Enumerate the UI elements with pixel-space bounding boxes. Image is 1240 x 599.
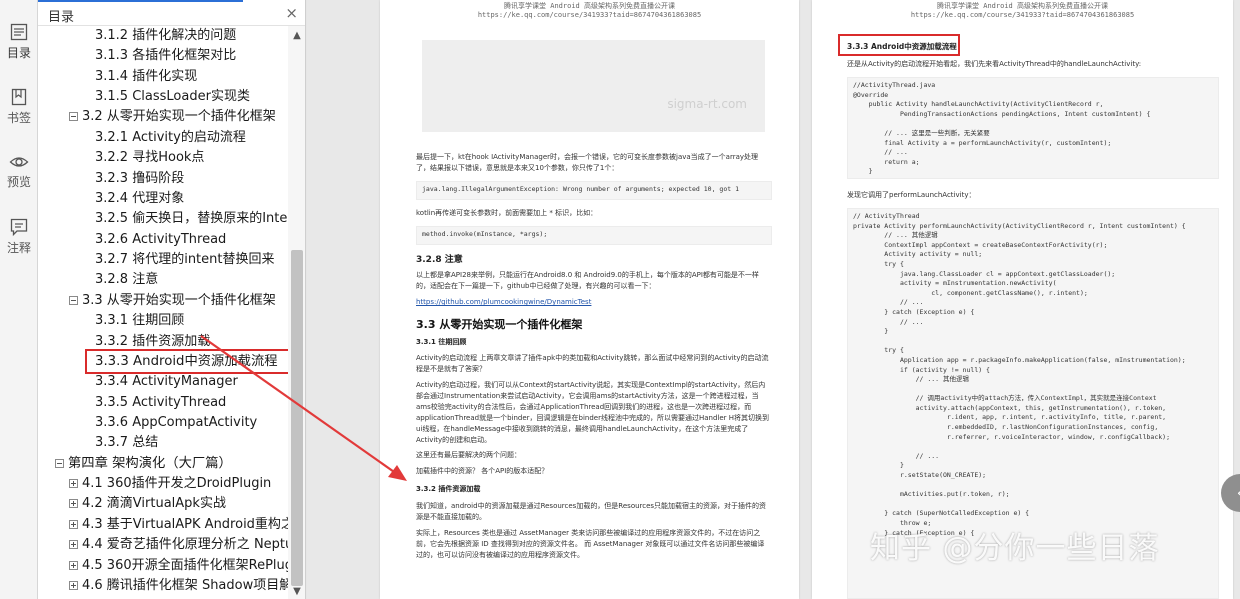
page-header: 腾讯享学课堂 Android 高级架构系列免费直播公开课 [937, 2, 1108, 10]
toc-item[interactable]: 3.1.3 各插件化框架对比 [95, 46, 236, 66]
toc-item[interactable]: 3.3.6 AppCompatActivity [95, 413, 257, 433]
toc-item[interactable]: 3.2.2 寻找Hook点 [95, 148, 204, 168]
eye-icon [9, 157, 29, 167]
paragraph: 以上都是拿API28来举例，只能运行在Android8.0 和 Android9… [416, 271, 759, 290]
toc-item[interactable]: 3.1.4 插件化实现 [95, 67, 197, 87]
toc-item[interactable]: 3.3.1 往期回顾 [95, 311, 184, 331]
pdf-page-left: 腾讯享学课堂 Android 高级架构系列免费直播公开课 https://ke.… [380, 0, 799, 599]
paragraph: 这里还有最后要解决的两个问题： [416, 451, 521, 459]
rail-bookmark-label: 书签 [6, 111, 31, 125]
paragraph: 最后提一下，kt在hook IActivityManager时，会报一个错误，它… [416, 153, 759, 172]
rail-preview-button[interactable]: 预览 [0, 153, 38, 190]
toc-item[interactable]: 3.1.5 ClassLoader实现类 [95, 87, 250, 107]
toc-item[interactable]: 3.2.4 代理对象 [95, 189, 184, 209]
paragraph: 发现它调用了performLaunchActivity： [847, 191, 976, 199]
rail-preview-label: 预览 [6, 175, 31, 189]
bookmark-icon [11, 88, 27, 106]
toc-item[interactable]: 4.4 爱奇艺插件化原理分析之 Neptune [69, 535, 288, 555]
toc-item[interactable]: 3.3.7 总结 [95, 433, 158, 453]
toc-chapter[interactable]: 第四章 架构演化（大厂篇） [55, 454, 232, 474]
paragraph: Activity的启动流程 上两章文章讲了插件apk中的类加载和Activity… [416, 354, 769, 373]
paragraph: 还是从Activity的启动流程开始看起，我们先来看ActivityThread… [847, 60, 1142, 68]
page-header-url: https://ke.qq.com/course/341933?taid=867… [910, 11, 1135, 19]
rail-comment-button[interactable]: 注释 [0, 217, 38, 256]
left-rail: 目录 书签 预览 注释 [0, 0, 38, 599]
comment-icon [10, 218, 28, 237]
toc-item[interactable]: 4.2 滴滴VirtualApk实战 [69, 494, 226, 514]
toc-item[interactable]: 4.5 360开源全面插件化框架RePlugin [69, 556, 288, 576]
collapse-toggle-icon[interactable] [55, 459, 64, 468]
chevron-up-icon[interactable]: ▲ [291, 30, 303, 41]
toc-highlight-box [85, 349, 304, 374]
toc-title: 目录 [48, 10, 75, 25]
pdf-reader-app: 目录 书签 预览 注释 目录 × 3.1.2 插件化解决的问题 3.1.3 各插… [0, 0, 1240, 599]
toc-icon [10, 23, 28, 41]
watermark: 知乎 @分你一些日落 [870, 531, 1160, 566]
rail-toc-label: 目录 [6, 46, 31, 60]
toc-list: 3.1.2 插件化解决的问题 3.1.3 各插件化框架对比 3.1.4 插件化实… [38, 26, 288, 599]
toc-item[interactable]: 3.2.5 偷天换日，替换原来的Intent [95, 209, 288, 229]
expand-toggle-icon[interactable] [69, 540, 78, 549]
github-link[interactable]: https://github.com/plumcookingwine/Dynam… [416, 298, 591, 306]
subsection-heading: 3.3.2 插件资源加载 [416, 485, 481, 493]
toc-item[interactable]: 3.2.8 注意 [95, 270, 158, 290]
subsection-heading: 3.3.1 往期回顾 [416, 338, 467, 346]
page-header-url: https://ke.qq.com/course/341933?taid=867… [477, 11, 702, 19]
collapse-toggle-icon[interactable] [69, 112, 78, 121]
code-block: method.invoke(mInstance, *args); [416, 226, 772, 245]
pdf-page-right: 腾讯享学课堂 Android 高级架构系列免费直播公开课 https://ke.… [812, 0, 1233, 599]
toc-item[interactable]: 3.2.1 Activity的启动流程 [95, 128, 246, 148]
toc-item[interactable]: 4.1 360插件开发之DroidPlugin [69, 474, 271, 494]
toc-panel: 目录 × 3.1.2 插件化解决的问题 3.1.3 各插件化框架对比 3.1.4… [38, 0, 306, 599]
collapse-toggle-icon[interactable] [69, 296, 78, 305]
toc-item[interactable]: 3.3 从零开始实现一个插件化框架 [69, 291, 276, 311]
toc-item[interactable]: 3.2.6 ActivityThread [95, 230, 226, 250]
chevron-down-icon[interactable]: ▼ [291, 586, 303, 597]
paragraph: 加载插件中的资源？ 各个API的版本适配？ [416, 467, 549, 475]
toc-item[interactable]: 4.3 基于VirtualAPK Android重构之插 [69, 515, 288, 535]
page-viewer: 腾讯享学课堂 Android 高级架构系列免费直播公开课 https://ke.… [307, 0, 1240, 599]
toc-item[interactable]: 3.3.4 ActivityManager [95, 372, 238, 392]
toc-item[interactable]: 3.2 从零开始实现一个插件化框架 [69, 107, 276, 127]
image-watermark: sigma-rt.com [667, 97, 747, 111]
rail-bookmark-button[interactable]: 书签 [0, 87, 38, 126]
code-block: java.lang.IllegalArgumentException: Wron… [416, 181, 772, 200]
toc-item[interactable]: 3.2.3 撸码阶段 [95, 169, 184, 189]
section-heading: 3.2.8 注意 [416, 255, 463, 265]
paragraph: kotlin再传递可变长参数时，前面需要加上 * 标识，比如： [416, 209, 598, 217]
expand-toggle-icon[interactable] [69, 520, 78, 529]
expand-toggle-icon[interactable] [69, 479, 78, 488]
section-heading: 3.3.3 Android中资源加载流程 [847, 42, 957, 51]
toc-item[interactable]: 4.6 腾讯插件化框架 Shadow项目解析 [69, 576, 288, 596]
code-block: //ActivityThread.java @Override public A… [847, 77, 1219, 179]
toc-item[interactable]: 3.1.2 插件化解决的问题 [95, 26, 236, 46]
expand-toggle-icon[interactable] [69, 581, 78, 590]
paragraph: Activity的启动过程，我们可以从Context的startActivity… [416, 381, 770, 444]
toc-scrollbar[interactable]: ▲ ▼ [288, 26, 305, 599]
close-icon[interactable]: × [285, 4, 298, 22]
toc-item[interactable]: 3.3.5 ActivityThread [95, 393, 226, 413]
image-placeholder: sigma-rt.com [422, 40, 765, 132]
expand-toggle-icon[interactable] [69, 561, 78, 570]
toc-item[interactable]: 3.2.7 将代理的intent替换回来 [95, 250, 275, 270]
scrollbar-thumb[interactable] [291, 250, 303, 586]
rail-comment-label: 注释 [6, 241, 31, 255]
section-heading: 3.3 从零开始实现一个插件化框架 [416, 318, 583, 331]
rail-toc-button[interactable]: 目录 [0, 22, 38, 61]
paragraph: 我们知道，android中的资源加载是通过Resources加载的，但是Reso… [416, 502, 767, 521]
page-header: 腾讯享学课堂 Android 高级架构系列免费直播公开课 [504, 2, 675, 10]
toc-header: 目录 × [38, 2, 305, 26]
expand-toggle-icon[interactable] [69, 499, 78, 508]
paragraph: 实际上，Resources 类也是通过 AssetManager 类来访问那些被… [416, 529, 765, 559]
